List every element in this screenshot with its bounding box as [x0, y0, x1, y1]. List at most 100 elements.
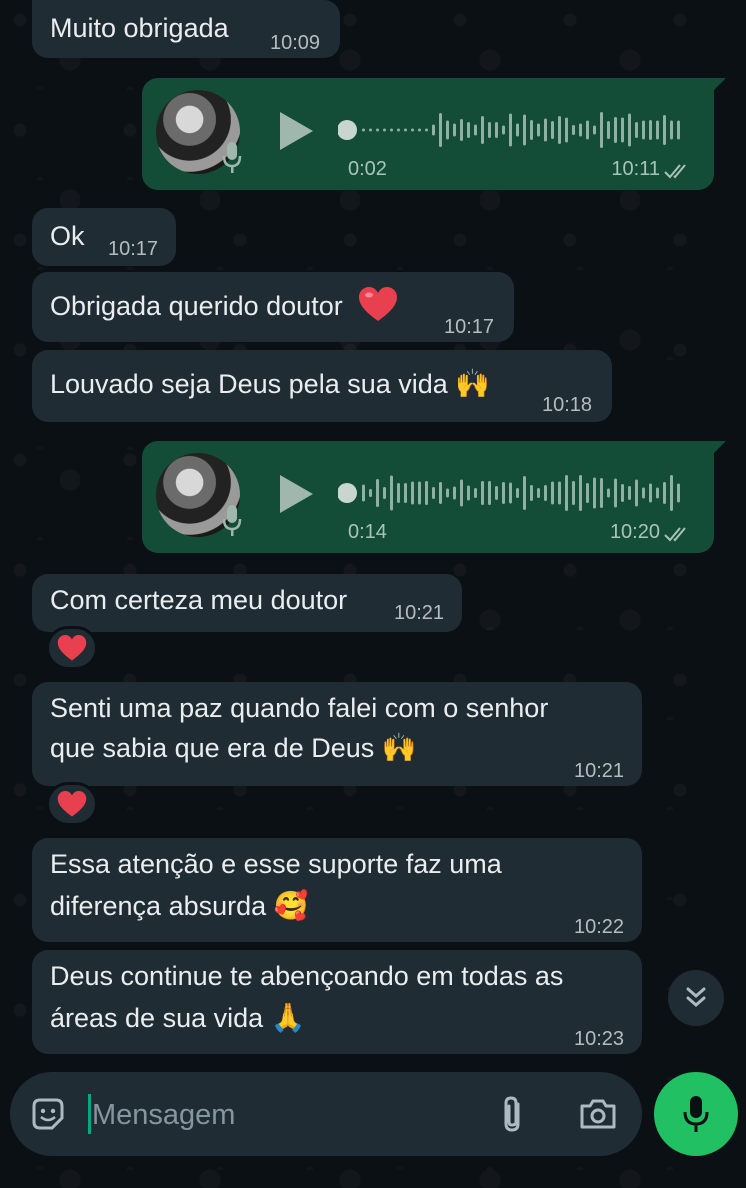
waveform-bar	[593, 125, 596, 135]
attach-icon[interactable]	[498, 1094, 528, 1134]
waveform-bar	[390, 475, 393, 511]
waveform-bar	[376, 128, 379, 132]
waveform-bar	[432, 487, 435, 499]
message-text: que sabia que era de Deus 🙌	[50, 728, 417, 768]
waveform-bar	[474, 124, 477, 136]
message-bubble[interactable]: Deus continue te abençoando em todas as …	[32, 950, 642, 1054]
waveform-bar	[453, 123, 456, 137]
waveform-bar	[530, 120, 533, 140]
waveform-bar	[404, 128, 407, 132]
waveform-bar	[656, 120, 659, 140]
message-time: 10:20	[609, 521, 660, 543]
waveform-bar	[586, 483, 589, 503]
waveform-bar	[516, 488, 519, 498]
waveform-bar	[649, 483, 652, 503]
message-text-line: Deus continue te abençoando em todas as	[50, 961, 564, 991]
reaction-badge[interactable]	[46, 626, 98, 670]
message-bubble[interactable]: Obrigada querido doutor 10:17	[32, 272, 514, 342]
waveform-bar	[523, 114, 526, 146]
waveform-bar	[614, 478, 617, 508]
waveform[interactable]	[338, 471, 692, 515]
message-text: Muito obrigada	[50, 13, 229, 43]
waveform-bar	[418, 128, 421, 132]
bubble-tail	[712, 78, 726, 92]
waveform-bar	[362, 128, 365, 132]
waveform-bar	[635, 479, 638, 507]
waveform-bar	[481, 116, 484, 144]
waveform-bar	[537, 488, 540, 498]
mic-icon	[683, 1096, 709, 1132]
waveform-bar	[467, 485, 470, 501]
waveform-bar	[670, 120, 673, 140]
waveform-bar	[565, 117, 568, 143]
waveform-bar	[677, 120, 680, 140]
message-time: 10:21	[394, 602, 445, 624]
voice-message-bubble[interactable]: 0:02 10:11	[142, 78, 726, 190]
camera-icon[interactable]	[578, 1096, 618, 1132]
voice-message-bubble[interactable]: 0:14 10:20	[142, 441, 726, 553]
waveform-bar	[411, 481, 414, 505]
waveform-bar	[362, 484, 365, 502]
message-bubble[interactable]: Muito obrigada 10:09	[32, 0, 340, 58]
waveform-bar	[628, 486, 631, 500]
message-time: 10:09	[270, 32, 321, 54]
waveform-bar	[621, 484, 624, 502]
message-bubble[interactable]: Senti uma paz quando falei com o senhor …	[32, 682, 642, 786]
waveform-bar	[467, 122, 470, 138]
waveform-bar	[495, 122, 498, 138]
waveform-bar	[425, 128, 428, 132]
message-bubble[interactable]: Com certeza meu doutor 10:21	[32, 574, 462, 632]
reaction-badge[interactable]	[46, 782, 98, 826]
heart-emoji-icon	[359, 287, 398, 321]
message-time: 10:22	[574, 916, 625, 938]
waveform-bar	[481, 481, 484, 505]
mic-icon	[222, 505, 242, 536]
waveform-bar	[663, 482, 666, 504]
waveform-bar	[558, 116, 561, 144]
waveform-bar	[488, 481, 491, 505]
waveform-bar	[369, 489, 372, 497]
waveform-bar	[579, 123, 582, 137]
waveform-bar	[495, 486, 498, 500]
double-chevron-down-icon	[686, 987, 706, 1007]
waveform-bar	[621, 117, 624, 143]
waveform-bar	[474, 488, 477, 498]
waveform-bar	[572, 125, 575, 135]
message-text: Ok	[50, 221, 85, 251]
waveform-bar	[572, 481, 575, 505]
play-button[interactable]	[280, 475, 313, 513]
waveform-bar	[544, 118, 547, 142]
play-button[interactable]	[280, 112, 313, 150]
heart-emoji-icon	[57, 634, 87, 660]
message-composer	[10, 1072, 642, 1156]
waveform-bar	[509, 113, 512, 147]
message-bubble[interactable]: Louvado seja Deus pela sua vida 🙌 10:18	[32, 350, 612, 422]
message-bubble[interactable]: Essa atenção e esse suporte faz uma dife…	[32, 838, 642, 942]
message-time: 10:11	[611, 158, 660, 180]
waveform-bar	[600, 112, 603, 148]
waveform-bar	[446, 120, 449, 140]
waveform-bar	[446, 488, 449, 498]
waveform-bar	[509, 482, 512, 504]
bubble-tail	[712, 441, 726, 455]
sticker-icon[interactable]	[30, 1096, 66, 1132]
read-receipt-icon	[664, 164, 686, 179]
smiling-face-with-hearts-emoji-icon: 🥰	[273, 889, 309, 922]
waveform-bar	[453, 486, 456, 500]
record-voice-button[interactable]	[654, 1072, 738, 1156]
waveform-bar	[376, 479, 379, 507]
waveform-bar	[425, 481, 428, 505]
message-input[interactable]	[90, 1090, 474, 1140]
message-text-content: Obrigada querido doutor	[50, 291, 343, 321]
message-time: 10:21	[574, 760, 625, 782]
waveform-bar	[558, 481, 561, 505]
waveform[interactable]	[338, 108, 692, 152]
waveform-bar	[502, 482, 505, 504]
message-bubble[interactable]: Ok 10:17	[32, 208, 176, 266]
waveform-bar	[586, 120, 589, 140]
waveform-bar	[432, 124, 435, 136]
waveform-bar	[460, 119, 463, 141]
waveform-bar	[460, 479, 463, 507]
scroll-to-bottom-button[interactable]	[668, 970, 724, 1026]
waveform-bar	[530, 485, 533, 501]
